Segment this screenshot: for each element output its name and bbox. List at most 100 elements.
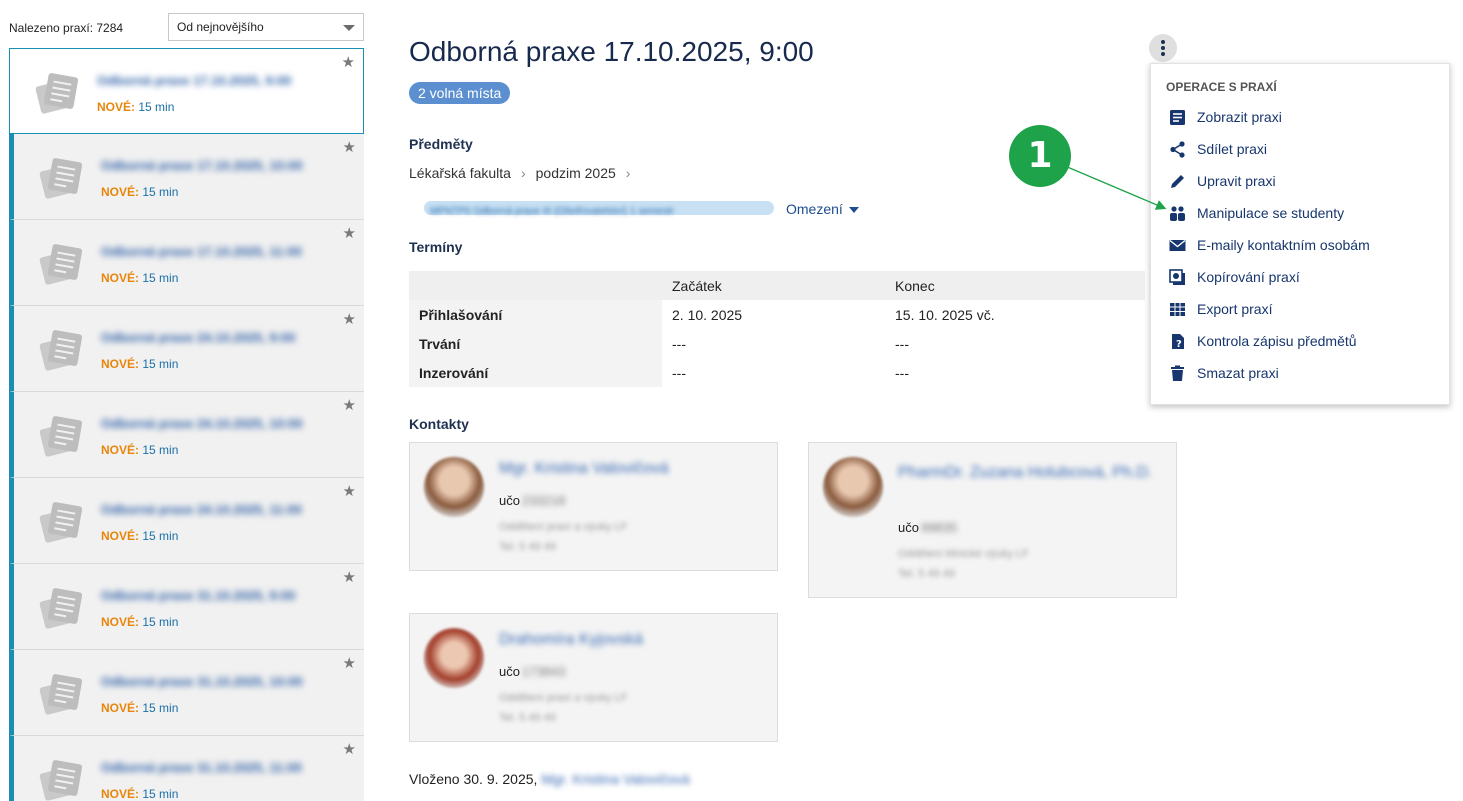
list-item-meta: NOVÉ: 15 min: [101, 443, 178, 457]
annotation-arrow: [1064, 165, 1167, 210]
table-row: Trvání --- ---: [409, 329, 1145, 358]
list-item-title: Odborná praxe 17.10.2025, 10:00: [101, 158, 303, 173]
star-icon[interactable]: ★: [343, 654, 356, 672]
table-row: Přihlašování 2. 10. 2025 15. 10. 2025 vč…: [409, 300, 1145, 329]
trash-icon: [1171, 365, 1184, 381]
breadcrumb: Lékařská fakulta › podzim 2025 ›: [409, 165, 640, 181]
duration: 15 min: [142, 271, 179, 285]
contact-name[interactable]: Mgr. Kristina Valovičová: [499, 460, 669, 478]
menu-item-emails[interactable]: E-maily kontaktním osobám: [1151, 229, 1451, 261]
practice-list: Odborná praxe 17.10.2025, 9:00 NOVÉ: 15 …: [9, 48, 364, 801]
menu-item-view[interactable]: Zobrazit praxi: [1151, 101, 1451, 133]
star-icon[interactable]: ★: [343, 138, 356, 156]
envelope-icon: [1169, 239, 1186, 251]
new-label: NOVÉ:: [101, 529, 140, 543]
menu-item-label: Smazat praxi: [1197, 365, 1279, 381]
list-item[interactable]: Odborná praxe 17.10.2025, 10:00 NOVÉ: 15…: [9, 134, 364, 220]
caret-down-icon: [848, 207, 859, 214]
document-icon: [39, 588, 83, 629]
contact-uco: učo 99835: [898, 520, 957, 535]
annotation-marker: 1: [1009, 125, 1071, 187]
document-icon: [39, 330, 83, 371]
list-item-meta: NOVÉ: 15 min: [101, 787, 178, 801]
document-icon: [39, 158, 83, 199]
duration: 15 min: [142, 357, 179, 371]
posted-prefix: Vloženo 30. 9. 2025,: [409, 771, 538, 787]
document-icon: [39, 502, 83, 543]
menu-item-label: Export praxí: [1197, 301, 1273, 317]
view-icon: [1170, 110, 1185, 125]
menu-item-export[interactable]: Export praxí: [1151, 293, 1451, 325]
menu-item-copy[interactable]: Kopírování praxí: [1151, 261, 1451, 293]
subjects-heading: Předměty: [409, 136, 473, 152]
new-label: NOVÉ:: [101, 271, 140, 285]
list-item[interactable]: Odborná praxe 31.10.2025, 11:00 NOVÉ: 15…: [9, 736, 364, 801]
contact-info-line: Tel. 5 49 49: [499, 712, 556, 724]
menu-item-label: Kopírování praxí: [1197, 269, 1300, 285]
restrictions-toggle[interactable]: Omezení: [786, 201, 859, 217]
posted-by-link[interactable]: Mgr. Kristina Valovičová: [541, 771, 689, 787]
list-item-meta: NOVÉ: 15 min: [101, 185, 178, 199]
document-icon: [35, 73, 79, 114]
duration: 15 min: [142, 787, 179, 801]
list-item-title: Odborná praxe 31.10.2025, 10:00: [101, 674, 303, 689]
star-icon[interactable]: ★: [342, 53, 355, 71]
list-item[interactable]: Odborná praxe 31.10.2025, 10:00 NOVÉ: 15…: [9, 650, 364, 736]
menu-item-edit[interactable]: Upravit praxi: [1151, 165, 1451, 197]
menu-item-students[interactable]: Manipulace se studenty: [1151, 197, 1451, 229]
star-icon[interactable]: ★: [343, 740, 356, 758]
menu-item-check[interactable]: ? Kontrola zápisu předmětů: [1151, 325, 1451, 357]
list-item[interactable]: Odborná praxe 31.10.2025, 9:00 NOVÉ: 15 …: [9, 564, 364, 650]
list-item-title: Odborná praxe 31.10.2025, 11:00: [101, 760, 302, 775]
more-options-button[interactable]: [1149, 34, 1177, 62]
document-icon: [39, 674, 83, 715]
kebab-dot: [1161, 40, 1165, 44]
new-label: NOVÉ:: [101, 701, 140, 715]
menu-item-label: Manipulace se studenty: [1197, 205, 1345, 221]
contact-name[interactable]: PharmDr. Zuzana Holubcová, Ph.D.: [898, 460, 1158, 486]
new-label: NOVÉ:: [101, 787, 140, 801]
row-start: 2. 10. 2025: [662, 300, 885, 329]
terms-table: Začátek Konec Přihlašování 2. 10. 2025 1…: [409, 271, 1145, 387]
star-icon[interactable]: ★: [343, 482, 356, 500]
list-item[interactable]: Odborná praxe 24.10.2025, 10:00 NOVÉ: 15…: [9, 392, 364, 478]
contact-info-line: Oddělení klinické výuky LF: [898, 548, 1029, 560]
uco-label: učo: [499, 664, 520, 679]
list-item-title: Odborná praxe 31.10.2025, 9:00: [101, 588, 296, 603]
star-icon[interactable]: ★: [343, 568, 356, 586]
new-label: NOVÉ:: [97, 100, 136, 114]
duration: 15 min: [138, 100, 175, 114]
svg-text:?: ?: [1176, 339, 1182, 350]
star-icon[interactable]: ★: [343, 224, 356, 242]
list-item-meta: NOVÉ: 15 min: [101, 615, 178, 629]
contact-card: Mgr. Kristina Valovičová učo 233218 Odděl…: [409, 442, 778, 571]
duration: 15 min: [142, 615, 179, 629]
list-item[interactable]: Odborná praxe 24.10.2025, 9:00 NOVÉ: 15 …: [9, 306, 364, 392]
star-icon[interactable]: ★: [343, 396, 356, 414]
duration: 15 min: [142, 443, 179, 457]
breadcrumb-faculty[interactable]: Lékařská fakulta: [409, 165, 511, 181]
list-item-meta: NOVÉ: 15 min: [101, 357, 178, 371]
sort-select[interactable]: Od nejnovějšího: [168, 13, 364, 41]
kebab-dot: [1161, 46, 1165, 50]
list-item[interactable]: Odborná praxe 17.10.2025, 9:00 NOVÉ: 15 …: [9, 48, 364, 134]
menu-item-delete[interactable]: Smazat praxi: [1151, 357, 1451, 389]
list-item-meta: NOVÉ: 15 min: [101, 701, 178, 715]
row-end: 15. 10. 2025 vč.: [885, 300, 1145, 329]
list-item[interactable]: Odborná praxe 24.10.2025, 11:00 NOVÉ: 15…: [9, 478, 364, 564]
duration: 15 min: [142, 701, 179, 715]
row-label: Inzerování: [409, 358, 662, 387]
free-places-badge: 2 volná místa: [409, 82, 511, 104]
breadcrumb-term[interactable]: podzim 2025: [536, 165, 616, 181]
pencil-icon: [1171, 175, 1184, 188]
menu-item-share[interactable]: Sdílet praxi: [1151, 133, 1451, 165]
list-item[interactable]: Odborná praxe 17.10.2025, 11:00 NOVÉ: 15…: [9, 220, 364, 306]
row-start: ---: [662, 358, 885, 387]
menu-item-label: E-maily kontaktním osobám: [1197, 237, 1370, 253]
list-header: Nalezeno praxí: 7284 Od nejnovějšího: [9, 13, 364, 41]
contact-info: Oddělení praxí a výuky LF Tel. 5 49 49: [499, 688, 627, 728]
star-icon[interactable]: ★: [343, 310, 356, 328]
contact-name[interactable]: Drahomíra Kyjovská: [499, 631, 643, 649]
subject-chip[interactable]: MPNTP0 Odborná praxe III (Ošetřovatelstv…: [424, 201, 774, 217]
copy-icon: [1169, 269, 1185, 285]
